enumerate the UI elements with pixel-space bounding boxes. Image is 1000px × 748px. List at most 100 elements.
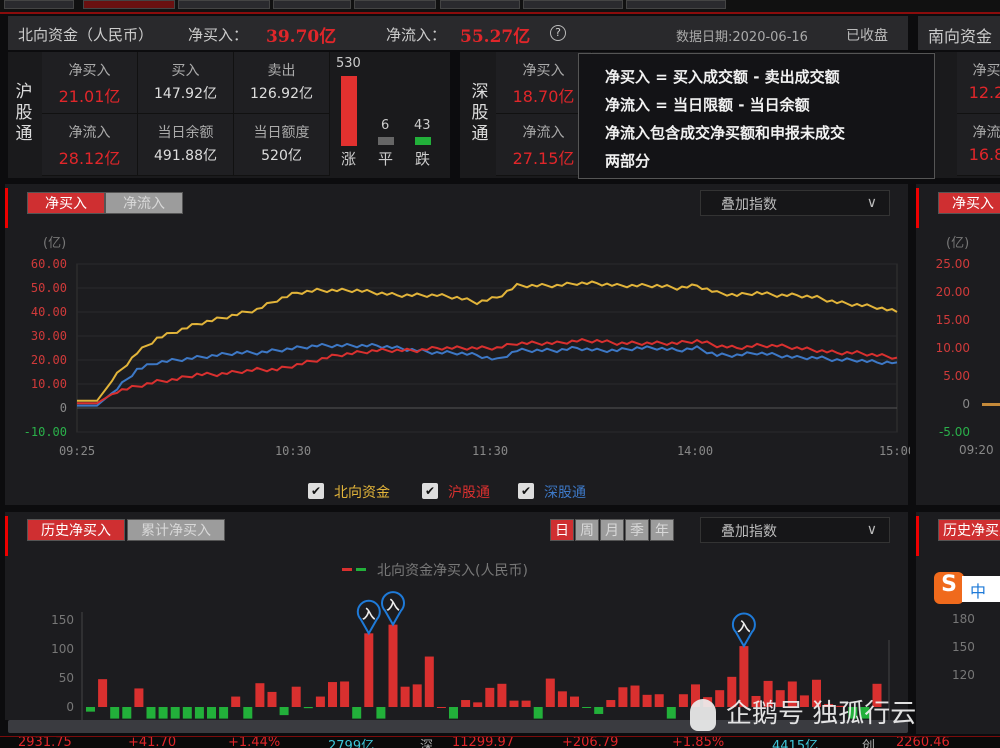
- bar: [630, 685, 640, 707]
- cy-label: 创: [862, 739, 876, 748]
- sh-pct: +1.44%: [228, 736, 281, 748]
- bar: [449, 707, 458, 719]
- status-bar: 2931.75 +41.70 +1.44% 2799亿 深 11299.97 +…: [0, 736, 1000, 748]
- bar: [231, 696, 241, 707]
- bar: [594, 707, 604, 714]
- bar: [400, 686, 410, 707]
- sz-volume: 4415亿: [772, 739, 819, 748]
- bar: [219, 707, 229, 719]
- south-stats: 净买 12.2 净流 16.8: [935, 52, 1000, 178]
- bar: [352, 707, 362, 719]
- bar: [533, 707, 543, 719]
- y-tick-label: 100: [51, 642, 74, 656]
- sh-index: 2931.75: [18, 736, 72, 748]
- tab-net-buy[interactable]: 净买入: [938, 192, 1000, 214]
- bar: [666, 707, 676, 719]
- unit-label: (亿): [946, 236, 970, 251]
- sz-pct: +1.85%: [672, 736, 725, 748]
- y-tick: 150: [952, 640, 975, 654]
- bar: [267, 691, 277, 707]
- bar: [207, 707, 216, 719]
- bar: [328, 682, 337, 707]
- bar: [376, 707, 386, 719]
- watermark: 企鹅号 独孤行云: [690, 693, 916, 731]
- cy-index: 2260.46: [896, 736, 950, 748]
- bar: [134, 688, 144, 707]
- bar: [485, 687, 495, 707]
- stat-label: 净买: [972, 63, 1000, 79]
- bar: [146, 707, 156, 719]
- y-tick: 5.00: [943, 369, 970, 383]
- sh-volume: 2799亿: [328, 739, 375, 748]
- bar: [642, 694, 652, 707]
- bar: [388, 624, 398, 707]
- south-intraday-panel: 净买入 (亿) 25.00 20.00 15.00 10.00 5.00 0 -…: [916, 184, 1000, 505]
- bar: [678, 694, 688, 707]
- sh-change: +41.70: [128, 736, 177, 748]
- sogou-ime-icon[interactable]: S: [934, 572, 964, 604]
- bar: [194, 707, 204, 719]
- bar: [424, 656, 434, 707]
- bar: [557, 691, 567, 707]
- ime-mode[interactable]: 中: [962, 576, 1000, 602]
- bar: [243, 707, 253, 719]
- y-tick: 25.00: [935, 257, 970, 271]
- bar: [412, 684, 422, 707]
- stat-label: 净流: [972, 125, 1000, 141]
- bar: [86, 707, 95, 712]
- y-tick: 120: [952, 668, 975, 682]
- accent-bar: [916, 188, 919, 228]
- south-header: 南向资金: [918, 16, 1000, 50]
- sz-label: 深: [420, 739, 434, 748]
- bar: [98, 679, 108, 707]
- y-tick-label: 150: [51, 613, 74, 627]
- accent-bar: [916, 516, 919, 556]
- bar: [110, 707, 120, 719]
- south-line: [982, 403, 1000, 406]
- pin-label: 入: [737, 620, 750, 635]
- y-tick: 10.00: [935, 341, 970, 355]
- pin-label: 入: [386, 599, 399, 614]
- penguin-logo-icon: [690, 698, 716, 731]
- x-tick: 09:20: [959, 443, 994, 457]
- bar: [315, 696, 325, 707]
- y-tick: -5.00: [938, 425, 970, 439]
- bar: [303, 707, 313, 709]
- stat-value: 12.2: [968, 83, 1000, 102]
- bar: [509, 700, 519, 707]
- bar: [497, 683, 507, 707]
- bar: [570, 696, 579, 707]
- stat-net-flow: 净流 16.8: [957, 114, 1000, 176]
- sz-index: 11299.97: [452, 736, 515, 748]
- bar: [291, 686, 301, 707]
- bar: [122, 707, 132, 719]
- stat-net-buy: 净买 12.2: [957, 52, 1000, 114]
- bar: [545, 678, 555, 707]
- bar: [461, 700, 471, 707]
- y-tick: 0: [962, 397, 970, 411]
- pin-label: 入: [362, 607, 375, 622]
- stat-value: 16.8: [968, 145, 1000, 164]
- bar: [255, 683, 265, 707]
- y-tick: 20.00: [935, 285, 970, 299]
- y-tick: 180: [952, 612, 975, 626]
- bar: [521, 700, 531, 707]
- bar: [182, 707, 192, 719]
- watermark-text: 企鹅号 独孤行云: [726, 699, 917, 729]
- bar: [158, 707, 168, 719]
- bar: [170, 707, 180, 719]
- bar: [436, 707, 446, 708]
- bar: [340, 681, 350, 707]
- south-title: 南向资金: [928, 27, 993, 46]
- bar: [582, 707, 592, 708]
- bar: [473, 702, 483, 707]
- tab-history-net-buy[interactable]: 历史净买入: [938, 519, 1000, 541]
- bar: [364, 633, 374, 707]
- y-tick-label: 0: [66, 700, 74, 714]
- bar: [279, 707, 289, 716]
- bar: [606, 700, 616, 707]
- sz-change: +206.79: [562, 736, 619, 748]
- bar: [654, 694, 664, 707]
- bar: [618, 687, 628, 707]
- y-tick-label: 50: [59, 671, 74, 685]
